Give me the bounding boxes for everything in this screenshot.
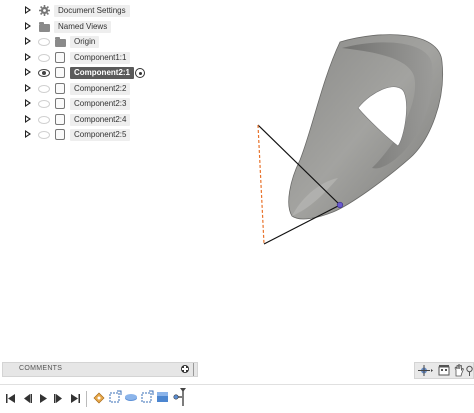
look-at-icon[interactable]	[438, 365, 450, 376]
timeline-marker-icon[interactable]	[170, 388, 186, 406]
pan-hand-icon[interactable]	[453, 364, 465, 377]
add-comment-icon[interactable]	[181, 365, 189, 373]
panel-divider	[193, 363, 194, 376]
zoom-icon[interactable]	[466, 365, 473, 376]
comments-panel[interactable]: COMMENTS	[2, 362, 198, 377]
orbit-icon[interactable]	[417, 364, 433, 377]
step-back-icon[interactable]	[21, 393, 33, 404]
comments-label: COMMENTS	[19, 365, 63, 372]
go-to-end-icon[interactable]	[69, 393, 81, 404]
timeline-feature-sketch-icon[interactable]	[140, 390, 154, 404]
navigation-toolbar	[414, 362, 474, 379]
step-forward-icon[interactable]	[53, 393, 65, 404]
timeline-feature-sketch-icon[interactable]	[92, 390, 106, 404]
sketch-point[interactable]	[336, 201, 344, 209]
curved-shell-body[interactable]	[288, 34, 444, 220]
timeline-feature-surface-icon[interactable]	[156, 390, 170, 404]
timeline-feature-extrude-icon[interactable]	[124, 390, 138, 404]
timeline-bar	[0, 384, 474, 413]
viewport-canvas[interactable]	[0, 0, 474, 360]
sketch-construction-line[interactable]	[257, 124, 265, 245]
go-to-start-icon[interactable]	[5, 393, 17, 404]
timeline-divider	[86, 391, 87, 407]
timeline-feature-sketch-icon[interactable]	[108, 390, 122, 404]
play-icon[interactable]	[37, 393, 49, 404]
